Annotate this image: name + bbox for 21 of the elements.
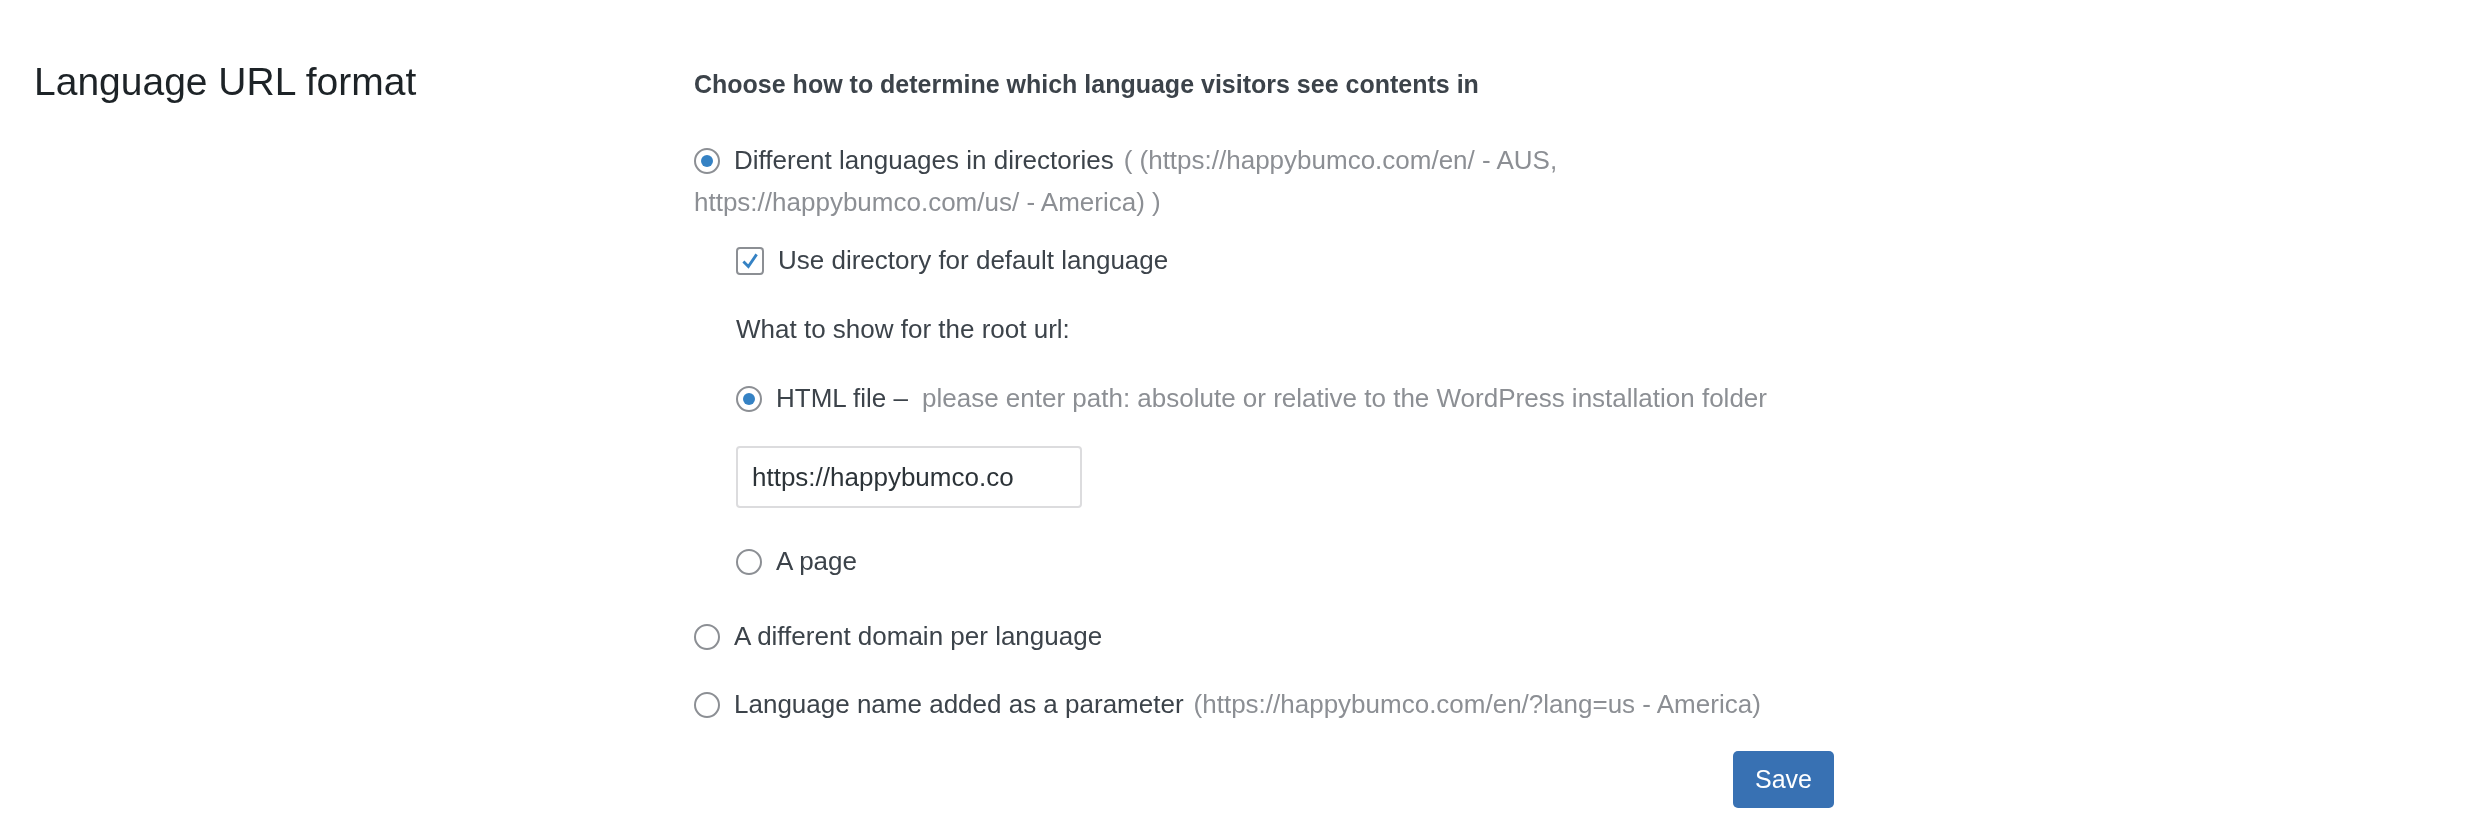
section-prompt: Choose how to determine which language visitors see contents in [694,70,1480,99]
option-hint: please enter path: absolute or relative to the WordPress installation folder [921,383,1767,414]
option-label[interactable]: Language name added as a parameter [734,689,1184,719]
option-hint: (https://happybumco.com/en/?lang=us - America) [1193,689,1761,719]
option-label[interactable]: HTML file – [776,383,908,414]
option-hint: ( (https://happybumco.com/en/ - AUS, [1123,145,1558,175]
option-label[interactable]: A different domain per language [734,621,1103,651]
option-label[interactable]: Different languages in directories [734,145,1114,175]
radio-button[interactable] [736,385,762,412]
save-button[interactable]: Save [1733,751,1834,808]
radio-button[interactable] [694,692,720,718]
radio-button[interactable] [694,148,720,174]
checkbox[interactable] [736,246,764,275]
path-input-field[interactable]: https://happybumco.co [736,446,1082,508]
checkbox-label[interactable]: Use directory for default language [778,245,1169,276]
option-label[interactable]: A page [776,546,857,577]
option-hint: https://happybumco.com/us/ - America) ) [694,187,1161,217]
radio-button[interactable] [694,624,720,650]
section-title: Language URL format [34,60,418,104]
root-url-label: What to show for the root url: [736,314,1071,345]
radio-button[interactable] [736,548,762,575]
